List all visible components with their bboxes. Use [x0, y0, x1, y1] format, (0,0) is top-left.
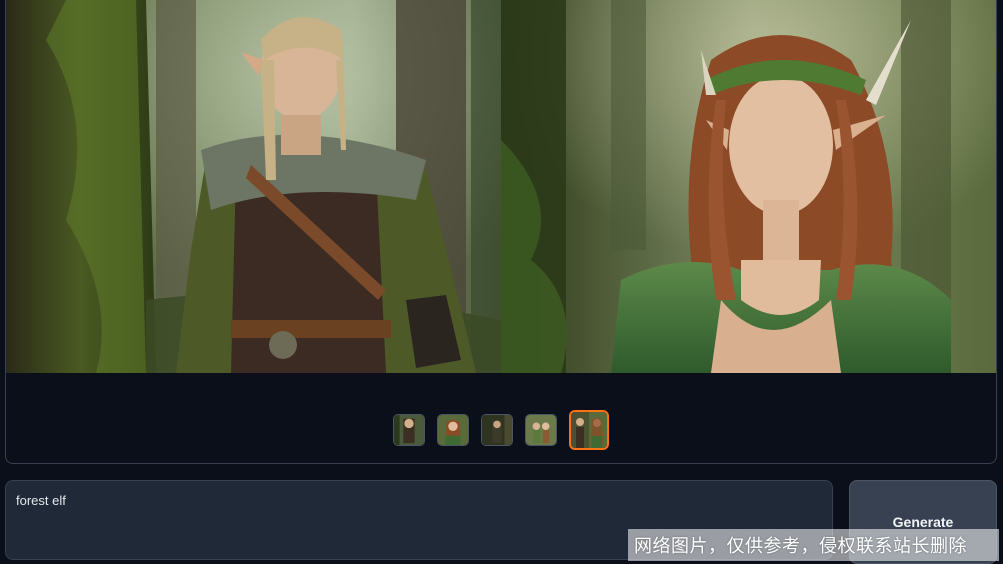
- preview-image-female-elf: [501, 0, 996, 373]
- generate-button-label: Generate: [892, 514, 954, 530]
- watermark-overlay: 网络图片，仅供参考，侵权联系站长删除: [628, 529, 999, 561]
- thumbnail-3[interactable]: [481, 414, 513, 446]
- gallery-preview[interactable]: [6, 0, 996, 373]
- image-gallery: [5, 0, 997, 464]
- thumbnail-strip: [6, 410, 996, 450]
- watermark-text: 网络图片，仅供参考，侵权联系站长删除: [634, 536, 967, 557]
- preview-image-male-elf: [6, 0, 501, 373]
- thumbnail-1[interactable]: [393, 414, 425, 446]
- thumbnail-5-selected[interactable]: [569, 410, 609, 450]
- thumbnail-2[interactable]: [437, 414, 469, 446]
- thumbnail-4[interactable]: [525, 414, 557, 446]
